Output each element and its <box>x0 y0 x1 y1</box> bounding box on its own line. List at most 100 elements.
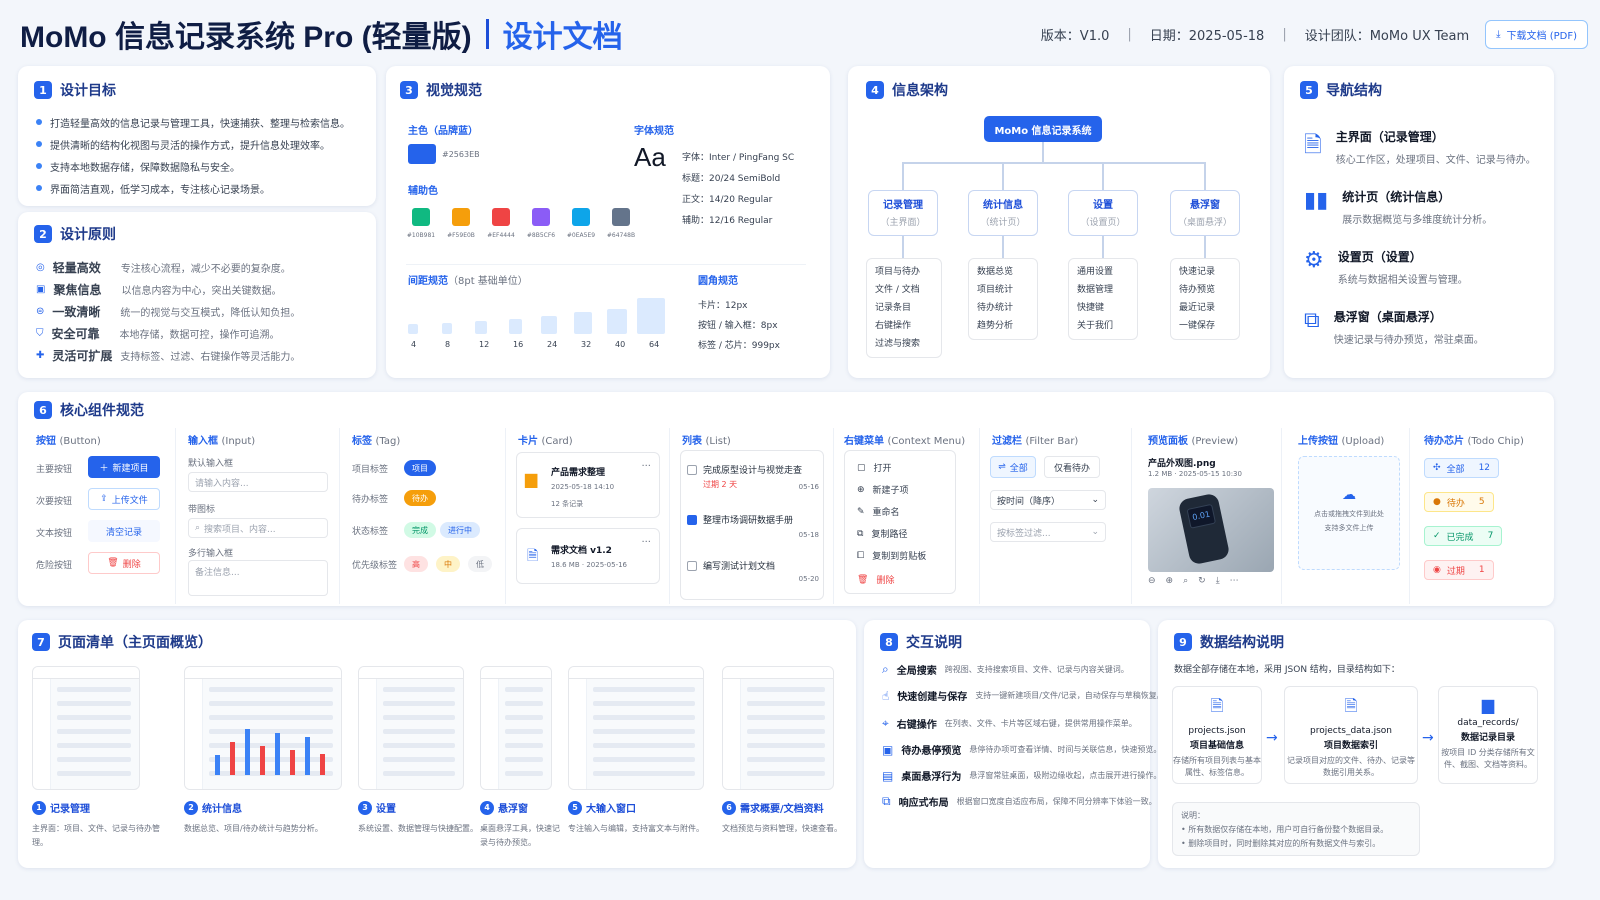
navigation-card: 5 导航结构 🗎 主界面（记录管理） 核心工作区，处理项目、文件、记录与待办。 ▮▮ 统… <box>1284 66 1554 378</box>
interaction-item: ☝ 快速创建与保存 支持一键新建项目/文件/记录，自动保存与草稿恢复。 <box>882 688 1165 704</box>
preview-file-name: 产品外观图.png <box>1148 459 1216 469</box>
menu-item-copy-clipboard[interactable]: ⧠ 复制到剪贴板 <box>857 549 926 563</box>
page-thumbnail[interactable] <box>480 666 552 790</box>
spacing-bar <box>574 312 592 334</box>
menu-item-rename[interactable]: ✎ 重命名 <box>857 505 900 519</box>
secondary-swatches: #10B981 #F59E0B #EF4444 #8B5CF6 #0EA5E9 … <box>406 208 636 239</box>
more-icon[interactable]: ··· <box>641 537 651 548</box>
row-label: 文本按钮 <box>36 529 73 539</box>
principle-item: ⊜ 一致清晰 统一的视觉与交互模式，降低认知负担。 <box>36 304 301 319</box>
preview-icon: ▣ <box>882 742 894 757</box>
primary-color-label: 主色（品牌蓝） <box>408 126 478 137</box>
menu-item-delete[interactable]: 🗑 删除 <box>857 573 894 587</box>
zoom-in-icon[interactable]: ⊕ <box>1166 576 1174 586</box>
spacing-value: 16 <box>513 340 524 349</box>
section-title: 9 数据结构说明 <box>1174 632 1284 652</box>
menu-item-copy-path[interactable]: ⧉ 复制路径 <box>857 527 907 541</box>
list-icon: ✣ <box>1433 463 1441 473</box>
menu-item-new-child[interactable]: ⊕ 新建子项 <box>857 483 909 497</box>
data-box-projects-data: 🗎 projects_data.json 项目数据索引 记录项目对应的文件、待办、记录… <box>1284 686 1418 784</box>
todo-chip-pending[interactable]: ● 待办 5 <box>1424 492 1494 512</box>
primary-hex: #2563EB <box>442 150 480 159</box>
zoom-out-icon[interactable]: ⊖ <box>1148 576 1156 586</box>
spacing-value: 8 <box>445 340 451 349</box>
section-title-text: 设计目标 <box>60 83 116 99</box>
spacing-bar <box>475 320 487 334</box>
sort-select[interactable]: 按时间（降序） ⌄ <box>990 490 1106 510</box>
components-card: 6 核心组件规范 按钮 (Button) 主要按钮 次要按钮 文本按钮 危险按钮 … <box>18 392 1554 606</box>
todo-chip-all[interactable]: ✣ 全部 12 <box>1424 458 1500 478</box>
secondary-button[interactable]: ⇪ 上传文件 <box>88 488 160 510</box>
ia-sub-list: 数据总览 项目统计 待办统计 趋势分析 <box>968 258 1038 340</box>
spacing-bar <box>408 324 418 334</box>
todo-chip-overdue[interactable]: ◉ 过期 1 <box>1424 560 1494 580</box>
list-item[interactable]: 编写测试计划文档 <box>687 559 775 572</box>
filter-todo-button[interactable]: 仅看待办 <box>1044 456 1100 478</box>
rotate-icon[interactable]: ↻ <box>1198 576 1206 586</box>
context-menu-spec-column: 右键菜单 (Context Menu) ▢ 打开 ⊕ 新建子项 ✎ 重命名 ⧉ 复制路径… <box>834 428 980 604</box>
upload-dropzone[interactable]: ☁ 点击或拖拽文件到此处 支持多文件上传 <box>1298 456 1400 570</box>
spacing-bar <box>441 322 453 334</box>
primary-button[interactable]: ＋新建项目 <box>88 456 160 478</box>
more-icon[interactable]: ··· <box>641 461 651 472</box>
swatch-item: #64748B <box>606 208 636 239</box>
priority-high-tag: 高 <box>404 556 428 572</box>
open-icon: ▢ <box>857 462 866 473</box>
principle-item: ▣ 聚焦信息 以信息内容为中心，突出关键数据。 <box>36 282 282 297</box>
context-menu: ▢ 打开 ⊕ 新建子项 ✎ 重命名 ⧉ 复制路径 ⧠ 复制到剪贴板 🗑 删除 <box>844 450 956 594</box>
preview-spec-column: 预览面板 (Preview) 产品外观图.png 1.2 MB · 2025-0… <box>1132 428 1282 604</box>
list-item[interactable]: 完成原型设计与视觉走查 <box>687 463 802 476</box>
row-label: 多行输入框 <box>188 549 234 559</box>
menu-item-open[interactable]: ▢ 打开 <box>857 461 892 475</box>
section-title: 3 视觉规范 <box>400 80 482 100</box>
focus-icon: ▣ <box>36 283 46 295</box>
row-label: 默认输入框 <box>188 459 234 469</box>
radius-spec-list: 卡片：12px 按钮 / 输入框：8px 标签 / 芯片：999px <box>698 301 780 351</box>
list-item[interactable]: 整理市场调研数据手册 <box>687 513 793 526</box>
spacing-value: 32 <box>581 340 592 349</box>
checkbox <box>687 464 697 475</box>
spacing-bar <box>508 319 522 334</box>
download-label: 下载文档 (PDF) <box>1506 30 1577 42</box>
chevron-down-icon: ⌄ <box>1091 527 1099 537</box>
cloud-upload-icon: ☁ <box>1342 487 1356 503</box>
todo-tag: 待办 <box>404 490 436 506</box>
page-thumbnail[interactable] <box>358 666 464 790</box>
page-thumbnail[interactable] <box>184 666 342 790</box>
page-thumbnail[interactable] <box>722 666 834 790</box>
font-spec-label: 字体规范 <box>634 126 674 137</box>
multiline-input[interactable]: 备注信息... <box>188 560 328 596</box>
todo-chip-done[interactable]: ✓ 已完成 7 <box>1424 526 1503 546</box>
tag-filter-select[interactable]: 按标签过滤... ⌄ <box>990 522 1106 542</box>
more-icon[interactable]: ⋯ <box>1230 576 1239 586</box>
spacing-bar <box>606 308 628 334</box>
font-sample: Aa <box>634 142 666 172</box>
filter-all-button[interactable]: ⇌ 全部 <box>990 456 1036 478</box>
default-input[interactable]: 请输入内容... <box>188 472 328 492</box>
alert-icon: ◉ <box>1433 565 1441 575</box>
spacing-bar <box>637 298 665 334</box>
download-icon[interactable]: ⤓ <box>1216 576 1220 586</box>
hand-icon: ☝ <box>882 688 890 703</box>
data-structure-card: 9 数据结构说明 数据全部存储在本地，采用 JSON 结构，目录结构如下： 🗎 pr… <box>1158 620 1554 868</box>
ia-node-settings: 设置 （设置页） <box>1068 190 1138 236</box>
doing-tag: 进行中 <box>440 522 480 538</box>
shield-icon: ⛉ <box>36 327 44 339</box>
section-title: 1 设计目标 <box>34 80 116 100</box>
page-thumbnail[interactable] <box>32 666 140 790</box>
project-card[interactable]: ▆ 产品需求整理 2025-05-18 14:10 12 条记录 ··· <box>516 452 660 518</box>
done-tag: 完成 <box>404 522 436 538</box>
interaction-card: 8 交互说明 ⌕ 全局搜索 跨视图、支持搜索项目、文件、记录与内容关键词。 ☝ 快速创建… <box>864 620 1165 868</box>
file-card[interactable]: 🗎 需求文档 v1.2 18.6 MB · 2025-05-16 ··· <box>516 528 660 584</box>
spacing-value: 4 <box>411 340 417 349</box>
trash-icon: 🗑 <box>107 558 119 568</box>
danger-button[interactable]: 🗑 删除 <box>88 552 160 574</box>
tag-spec-column: 标签 (Tag) 项目标签 待办标签 状态标签 优先级标签 项目 待办 完成 进… <box>340 428 506 604</box>
search-icon[interactable]: ⌕ <box>1183 576 1188 586</box>
download-pdf-button[interactable]: ⤓ 下载文档 (PDF) <box>1485 19 1588 49</box>
text-button[interactable]: 清空记录 <box>88 520 160 542</box>
search-input[interactable]: ⌕ 搜索项目、内容... <box>188 518 328 538</box>
page-thumbnail[interactable] <box>568 666 704 790</box>
goal-item: 打造轻量高效的信息记录与管理工具，快速捕获、整理与检索信息。 <box>36 111 350 133</box>
preview-image: 0.01 <box>1148 488 1274 572</box>
